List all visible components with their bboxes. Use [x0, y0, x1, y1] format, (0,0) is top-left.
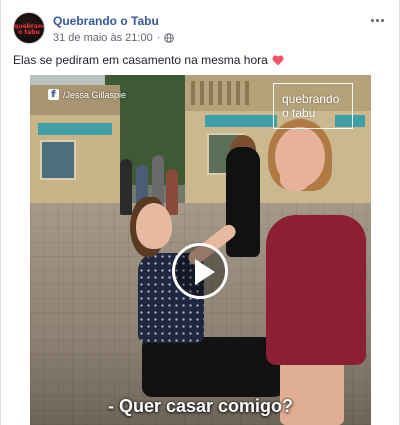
video-frame-standing-person: [266, 215, 366, 365]
video-caption: - Quer casar comigo?: [107, 396, 294, 416]
video-frame-standing-person-hands: [280, 161, 310, 191]
facebook-icon: f: [48, 89, 59, 100]
building-sign: [205, 115, 277, 127]
post-meta: 31 de maio às 21:00 ·: [53, 32, 175, 44]
play-button[interactable]: [172, 243, 228, 299]
bystander: [166, 169, 178, 215]
video-frame-building-left: [30, 85, 120, 205]
source-credit-text: /Jessa Gillaspie: [63, 89, 127, 100]
building-glyphs: [191, 81, 253, 105]
meta-separator: ·: [156, 32, 161, 44]
video-frame-kneeling-person-face: [136, 203, 172, 249]
video-source-credit: f /Jessa Gillaspie: [48, 89, 126, 100]
video-logo-watermark: quebrando o tabu: [273, 83, 353, 129]
post-message-text: Elas se pediram em casamento na mesma ho…: [13, 53, 268, 67]
building-poster: [40, 140, 76, 180]
video-player[interactable]: f /Jessa Gillaspie quebrando o tabu - Qu…: [30, 75, 371, 425]
building-sign: [38, 123, 112, 135]
heart-icon: [272, 54, 284, 66]
avatar-logo-text: quebrando o tabu: [14, 23, 44, 36]
avatar[interactable]: quebrando o tabu: [13, 12, 45, 44]
timestamp-link[interactable]: 31 de maio às 21:00: [53, 32, 153, 44]
post-card: quebrando o tabu Quebrando o Tabu 31 de …: [0, 0, 400, 425]
post-message: Elas se pediram em casamento na mesma ho…: [13, 53, 284, 67]
video-logo-text: quebrando o tabu: [282, 92, 340, 120]
more-options-button[interactable]: [367, 12, 387, 28]
more-options-dot: [375, 18, 379, 22]
video-frame-bystander-walking: [226, 147, 260, 257]
globe-icon[interactable]: [164, 33, 175, 43]
page-name-link[interactable]: Quebrando o Tabu: [53, 14, 159, 28]
post-header: quebrando o tabu Quebrando o Tabu 31 de …: [13, 12, 387, 52]
bystander: [120, 159, 132, 215]
more-options-icon: [370, 18, 374, 22]
more-options-dot: [380, 18, 384, 22]
play-icon: [195, 259, 215, 285]
